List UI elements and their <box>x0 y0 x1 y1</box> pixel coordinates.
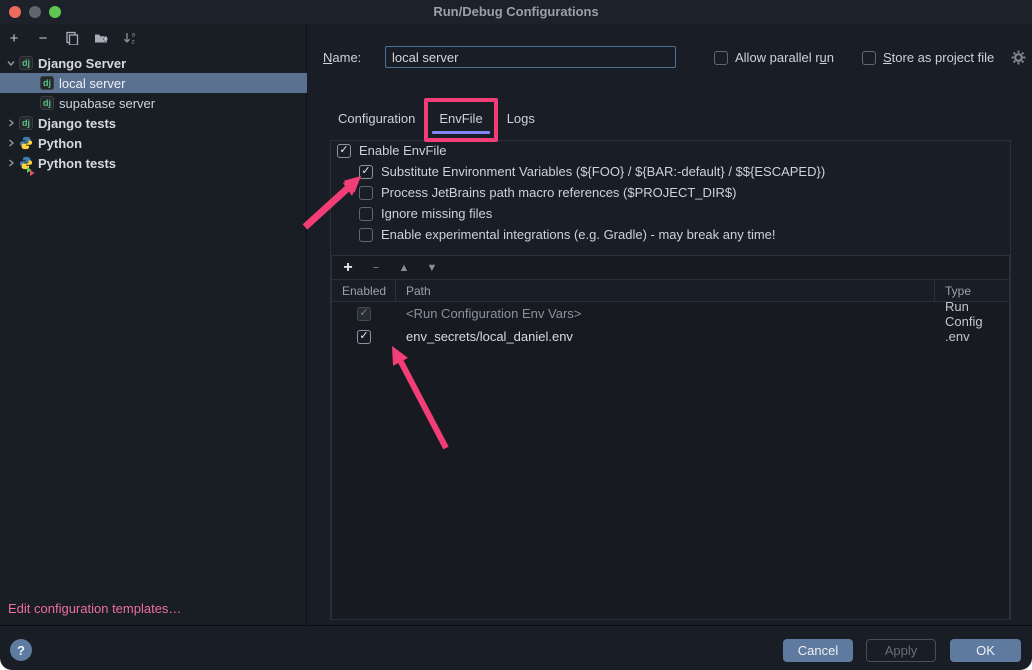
option-label: Enable EnvFile <box>359 143 446 158</box>
tree-item-python[interactable]: Python <box>0 133 307 153</box>
tree-item-label: local server <box>59 76 125 91</box>
allow-parallel-run-checkbox[interactable]: Allow parallel run <box>714 50 834 65</box>
column-header-enabled[interactable]: Enabled <box>332 280 396 301</box>
configurations-sidebar: + − az dj Django Server dj <box>0 24 307 625</box>
chevron-right-icon[interactable] <box>5 137 17 149</box>
row-path: <Run Configuration Env Vars> <box>396 306 935 321</box>
tree-item-django-server[interactable]: dj Django Server <box>0 53 307 73</box>
tab-label: Logs <box>507 111 535 126</box>
gear-icon[interactable] <box>1011 50 1026 65</box>
row-type: Run Config <box>935 299 1009 329</box>
config-tabs: Configuration EnvFile Logs <box>326 103 547 133</box>
tree-item-python-tests[interactable]: Python tests <box>0 153 307 173</box>
tree-item-django-tests[interactable]: dj Django tests <box>0 113 307 133</box>
column-header-path[interactable]: Path <box>396 280 935 301</box>
checkbox-icon[interactable] <box>337 144 351 158</box>
remove-configuration-icon[interactable]: − <box>35 30 51 46</box>
envfile-options: Enable EnvFile Substitute Environment Va… <box>337 140 825 245</box>
move-down-icon[interactable]: ▼ <box>426 262 438 274</box>
tree-item-label: Django tests <box>38 116 116 131</box>
tab-label: Configuration <box>338 111 415 126</box>
option-label: Substitute Environment Variables (${FOO}… <box>381 164 825 179</box>
cancel-button[interactable]: Cancel <box>783 639 853 662</box>
python-tests-icon <box>19 156 33 170</box>
tab-configuration[interactable]: Configuration <box>326 103 427 133</box>
chevron-right-icon[interactable] <box>5 117 17 129</box>
substitute-env-vars-checkbox[interactable]: Substitute Environment Variables (${FOO}… <box>359 161 825 182</box>
checkbox-icon <box>357 307 371 321</box>
tree-item-supabase-server[interactable]: dj supabase server <box>0 93 307 113</box>
store-as-project-file-checkbox[interactable]: Store as project file <box>862 50 994 65</box>
row-path: env_secrets/local_daniel.env <box>396 329 935 344</box>
enable-envfile-checkbox[interactable]: Enable EnvFile <box>337 140 825 161</box>
sidebar-toolbar: + − az <box>0 24 306 52</box>
checkbox-icon[interactable] <box>714 51 728 65</box>
checkbox-icon[interactable] <box>359 228 373 242</box>
svg-text:a: a <box>132 32 136 39</box>
django-tests-icon: dj <box>19 116 33 130</box>
sort-alphabetically-icon[interactable]: az <box>122 30 138 46</box>
window-title: Run/Debug Configurations <box>0 4 1032 19</box>
name-input[interactable] <box>385 46 676 68</box>
option-label: Enable experimental integrations (e.g. G… <box>381 227 776 242</box>
table-body: <Run Configuration Env Vars> Run Config … <box>331 302 1010 620</box>
table-header: Enabled Path Type <box>331 279 1010 302</box>
checkbox-icon[interactable] <box>357 330 371 344</box>
row-type: .env <box>935 329 1009 344</box>
edit-configuration-templates-link[interactable]: Edit configuration templates… <box>8 601 181 616</box>
django-icon: dj <box>40 76 54 90</box>
store-as-project-file-label: Store as project file <box>883 50 994 65</box>
process-path-macros-checkbox[interactable]: Process JetBrains path macro references … <box>359 182 825 203</box>
name-label: Name: <box>323 50 361 65</box>
chevron-right-icon[interactable] <box>5 157 17 169</box>
tree-item-label: Python tests <box>38 156 116 171</box>
run-debug-configurations-dialog: Run/Debug Configurations + − az dj Djang… <box>0 0 1032 670</box>
copy-configuration-icon[interactable] <box>64 30 80 46</box>
table-row[interactable]: <Run Configuration Env Vars> Run Config <box>332 302 1009 325</box>
tree-item-label: Django Server <box>38 56 126 71</box>
move-up-icon[interactable]: ▲ <box>398 262 410 274</box>
table-row[interactable]: env_secrets/local_daniel.env .env <box>332 325 1009 348</box>
ok-button[interactable]: OK <box>950 639 1021 662</box>
env-files-table: + − ▲ ▼ Enabled Path Type <Run Configura… <box>331 255 1010 620</box>
checkbox-icon[interactable] <box>359 186 373 200</box>
checkbox-icon[interactable] <box>359 207 373 221</box>
ignore-missing-files-checkbox[interactable]: Ignore missing files <box>359 203 825 224</box>
allow-parallel-run-label: Allow parallel run <box>735 50 834 65</box>
tab-envfile[interactable]: EnvFile <box>427 103 494 133</box>
tree-item-label: supabase server <box>59 96 155 111</box>
configurations-tree: dj Django Server dj local server dj supa… <box>0 53 307 173</box>
python-icon <box>19 136 33 150</box>
titlebar: Run/Debug Configurations <box>0 0 1032 24</box>
django-icon: dj <box>40 96 54 110</box>
chevron-down-icon[interactable] <box>5 57 17 69</box>
option-label: Ignore missing files <box>381 206 492 221</box>
django-icon: dj <box>19 56 33 70</box>
new-folder-icon[interactable] <box>93 30 109 46</box>
tab-label: EnvFile <box>439 111 482 126</box>
add-configuration-icon[interactable]: + <box>6 30 22 46</box>
help-button[interactable]: ? <box>10 639 32 661</box>
option-label: Process JetBrains path macro references … <box>381 185 736 200</box>
footer-separator <box>0 625 1032 626</box>
checkbox-icon[interactable] <box>359 165 373 179</box>
tree-item-local-server[interactable]: dj local server <box>0 73 307 93</box>
add-env-file-icon[interactable]: + <box>342 259 354 277</box>
svg-text:z: z <box>132 39 135 46</box>
remove-env-file-icon[interactable]: − <box>370 262 382 274</box>
experimental-integrations-checkbox[interactable]: Enable experimental integrations (e.g. G… <box>359 224 825 245</box>
tree-item-label: Python <box>38 136 82 151</box>
checkbox-icon[interactable] <box>862 51 876 65</box>
apply-button[interactable]: Apply <box>866 639 936 662</box>
active-tab-underline <box>432 131 489 134</box>
table-toolbar: + − ▲ ▼ <box>331 255 1010 279</box>
tab-logs[interactable]: Logs <box>495 103 547 133</box>
